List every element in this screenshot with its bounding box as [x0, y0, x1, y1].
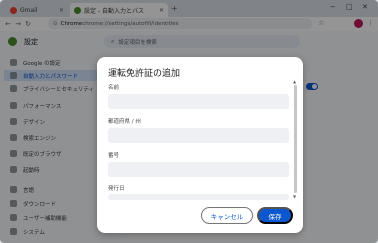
- dialog-title: 運転免許証の追加: [108, 69, 181, 79]
- cancel-button[interactable]: キャンセル: [201, 207, 253, 224]
- name-label: 名前: [108, 85, 120, 91]
- add-drivers-license-dialog: 運転免許証の追加 名前 都道府県 / 州 番号 発行日 ▲ ▼ キャンセル 保存: [97, 57, 303, 233]
- scroll-down-icon[interactable]: ▼: [293, 194, 296, 199]
- scroll-up-icon[interactable]: ▲: [293, 79, 296, 84]
- number-label: 番号: [108, 153, 120, 159]
- save-button[interactable]: 保存: [257, 207, 293, 224]
- state-label: 都道府県 / 州: [108, 119, 141, 125]
- license-number-field[interactable]: [108, 162, 289, 177]
- name-field[interactable]: [108, 94, 289, 109]
- dialog-scrollbar[interactable]: [294, 85, 297, 193]
- browser-window: Gmail ✕ 設定 - 自動入力とパス ✕ + − □ ✕ ← → ↻ ⊙ C…: [0, 0, 378, 243]
- issue-date-label: 発行日: [108, 186, 125, 192]
- state-field[interactable]: [108, 128, 289, 143]
- issue-date-field[interactable]: [108, 194, 289, 200]
